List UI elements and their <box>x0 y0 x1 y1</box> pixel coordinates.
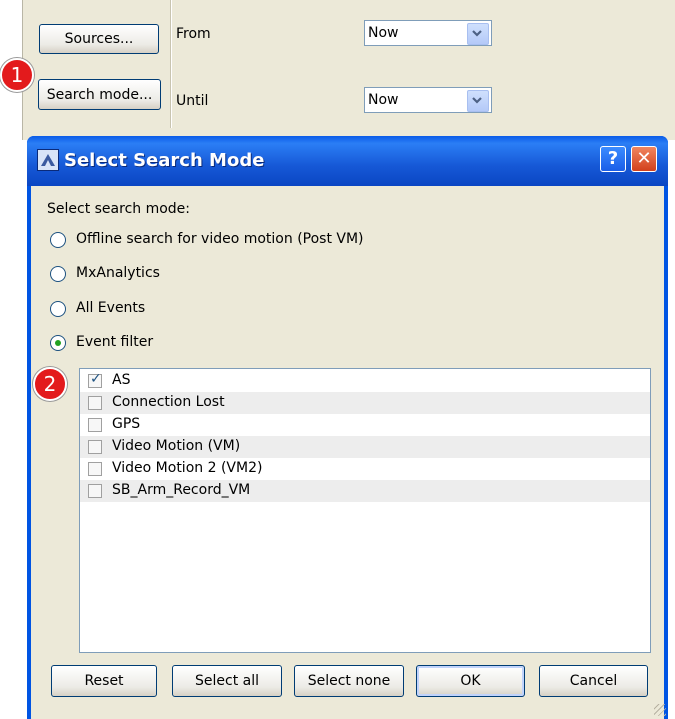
until-select[interactable]: Now <box>364 87 492 113</box>
until-label: Until <box>176 93 209 109</box>
event-checkbox-as[interactable]: ✓ <box>88 371 102 388</box>
event-checkbox-connection-lost[interactable] <box>88 396 102 410</box>
select-none-button[interactable]: Select none <box>294 665 404 697</box>
search-mode-prompt: Select search mode: <box>47 201 191 217</box>
dropdown-arrow-icon[interactable] <box>467 90 489 112</box>
event-checkbox-sb-arm-record-vm[interactable] <box>88 484 102 498</box>
ok-button[interactable]: OK <box>416 665 525 697</box>
dialog-title: Select Search Mode <box>64 150 265 171</box>
toolbar-divider <box>170 0 172 128</box>
dropdown-arrow-icon[interactable] <box>467 23 489 45</box>
list-item[interactable] <box>80 370 650 392</box>
radio-selected-dot <box>55 340 61 346</box>
radio-event-filter-label[interactable]: Event filter <box>76 334 153 350</box>
event-label: GPS <box>112 416 141 432</box>
event-checkbox-gps[interactable] <box>88 418 102 432</box>
from-select-value: Now <box>368 25 399 41</box>
search-toolbar <box>22 0 675 140</box>
sources-button[interactable]: Sources... <box>39 24 159 54</box>
select-all-button[interactable]: Select all <box>172 665 282 697</box>
event-label: SB_Arm_Record_VM <box>112 482 251 498</box>
help-icon[interactable]: ? <box>600 146 626 172</box>
reset-button[interactable]: Reset <box>51 665 157 697</box>
radio-all-events[interactable] <box>50 301 66 317</box>
radio-all-events-label[interactable]: All Events <box>76 300 145 316</box>
list-item[interactable] <box>80 414 650 436</box>
resize-grip-icon[interactable] <box>654 704 666 716</box>
event-checkbox-video-motion-2[interactable] <box>88 462 102 476</box>
event-label: AS <box>112 372 131 388</box>
radio-mxanalytics[interactable] <box>50 266 66 282</box>
dialog-app-icon <box>37 149 59 171</box>
until-select-value: Now <box>368 92 399 108</box>
close-icon[interactable]: ✕ <box>631 146 657 172</box>
event-label: Video Motion 2 (VM2) <box>112 460 263 476</box>
cancel-button[interactable]: Cancel <box>539 665 648 697</box>
from-select[interactable]: Now <box>364 20 492 46</box>
check-icon: ✓ <box>90 371 102 387</box>
search-mode-button[interactable]: Search mode... <box>38 79 161 110</box>
event-label: Video Motion (VM) <box>112 438 241 454</box>
event-label: Connection Lost <box>112 394 225 410</box>
callout-marker-2: 2 <box>33 367 67 401</box>
radio-event-filter[interactable] <box>50 335 66 351</box>
callout-marker-1: 1 <box>0 58 34 92</box>
radio-offline-search[interactable] <box>50 232 66 248</box>
from-label: From <box>176 26 211 42</box>
radio-mxanalytics-label[interactable]: MxAnalytics <box>76 265 160 281</box>
event-checkbox-video-motion[interactable] <box>88 440 102 454</box>
radio-offline-search-label[interactable]: Offline search for video motion (Post VM… <box>76 231 364 247</box>
